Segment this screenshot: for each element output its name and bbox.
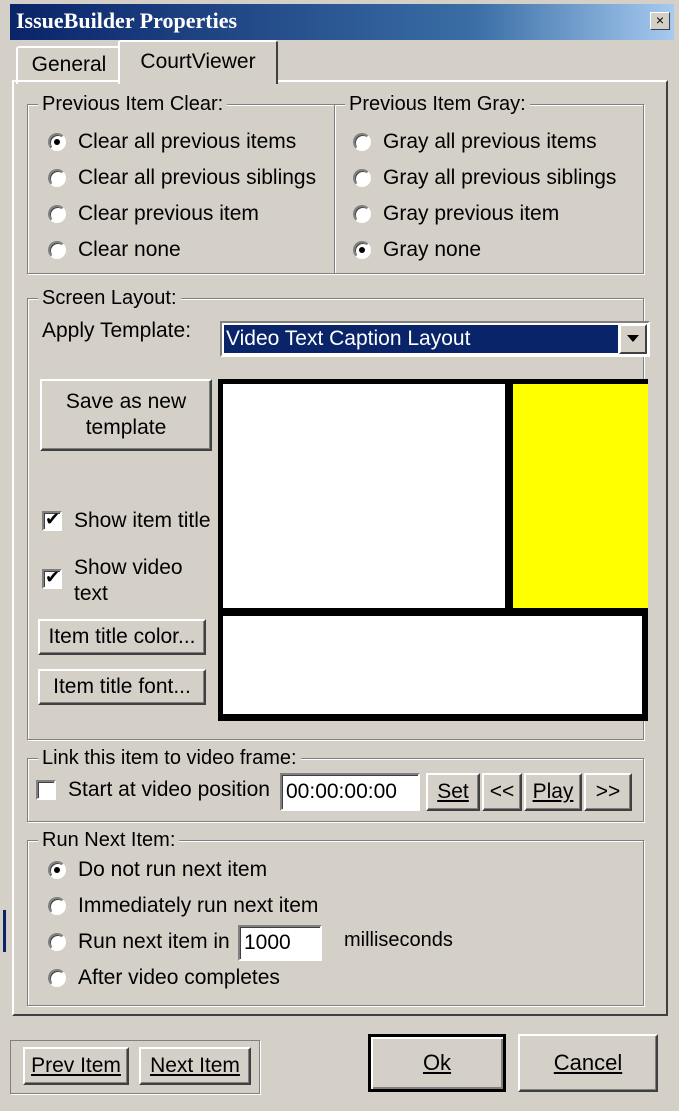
checkbox-label: Start at video position — [68, 778, 270, 801]
cancel-button[interactable]: Cancel — [518, 1034, 658, 1092]
checkbox[interactable] — [42, 509, 62, 531]
option-label: Clear all previous items — [78, 130, 297, 153]
option-label: Clear none — [78, 238, 181, 261]
option-label: Gray none — [383, 238, 482, 261]
group-legend: Run Next Item: — [38, 828, 180, 852]
chevron-down-icon[interactable] — [619, 324, 647, 354]
run-option-immediately[interactable]: Immediately run next item — [48, 891, 318, 921]
option-label: Clear all previous siblings — [78, 166, 317, 189]
radio-button[interactable] — [48, 205, 66, 223]
clear-option-none[interactable]: Clear none — [48, 235, 181, 265]
option-label: After video completes — [78, 966, 280, 989]
option-label: Gray all previous siblings — [383, 166, 617, 189]
checkbox[interactable] — [42, 567, 62, 589]
radio-button[interactable] — [48, 133, 66, 151]
delay-milliseconds-input[interactable]: 1000 — [238, 925, 322, 961]
option-label: Gray previous item — [383, 202, 560, 225]
button-label: Item title color... — [48, 625, 196, 648]
button-label: Cancel — [553, 1050, 623, 1075]
next-item-button[interactable]: Next Item — [139, 1047, 251, 1085]
radio-button[interactable] — [48, 933, 66, 951]
tab-panel: Previous Item Clear: Clear all previous … — [12, 80, 668, 1016]
prev-item-button[interactable]: Prev Item — [23, 1047, 129, 1085]
clear-option-all-siblings[interactable]: Clear all previous siblings — [48, 163, 316, 193]
group-legend: Previous Item Clear: — [38, 92, 228, 116]
button-label: Save as new template — [65, 390, 187, 439]
preview-text-region[interactable] — [223, 616, 642, 714]
gray-option-all-previous[interactable]: Gray all previous items — [353, 127, 597, 157]
button-label: Ok — [422, 1050, 452, 1075]
link-video-group: Link this item to video frame: Start at … — [27, 746, 644, 822]
option-label: Do not run next item — [78, 858, 268, 881]
window-title: IssueBuilder Properties — [16, 8, 238, 33]
radio-button[interactable] — [353, 241, 371, 259]
clear-option-previous[interactable]: Clear previous item — [48, 199, 259, 229]
forward-button[interactable]: >> — [584, 773, 632, 811]
ok-button[interactable]: Ok — [368, 1034, 506, 1092]
window-edge-marker — [3, 910, 6, 952]
item-navigation-group: Prev Item Next Item — [10, 1040, 260, 1094]
previous-item-clear-group: Previous Item Clear: Clear all previous … — [27, 92, 335, 274]
option-label: Gray all previous items — [383, 130, 597, 153]
button-label: << — [489, 780, 515, 803]
item-title-color-button[interactable]: Item title color... — [38, 619, 206, 655]
template-select-value: Video Text Caption Layout — [224, 325, 618, 353]
run-option-do-not-run[interactable]: Do not run next item — [48, 855, 267, 885]
checkbox-label: Show video text — [74, 556, 183, 605]
gray-option-none[interactable]: Gray none — [353, 235, 481, 265]
checkbox-label: Show item title — [74, 509, 211, 532]
option-label: Run next item in — [78, 930, 230, 953]
tab-general[interactable]: General — [16, 46, 122, 84]
previous-item-gray-group: Previous Item Gray: Gray all previous it… — [334, 92, 644, 274]
layout-preview — [218, 379, 648, 721]
radio-button[interactable] — [48, 969, 66, 987]
play-button[interactable]: Play — [524, 773, 582, 811]
run-next-item-group: Run Next Item: Do not run next item Imme… — [27, 828, 644, 1006]
group-legend: Link this item to video frame: — [38, 746, 301, 770]
button-label: Play — [532, 780, 574, 803]
milliseconds-label: milliseconds — [344, 929, 453, 951]
group-legend: Screen Layout: — [38, 286, 181, 310]
radio-button[interactable] — [353, 169, 371, 187]
close-icon[interactable]: × — [650, 12, 670, 30]
apply-template-label: Apply Template: — [42, 319, 192, 342]
button-label: Prev Item — [31, 1054, 121, 1077]
radio-button[interactable] — [48, 897, 66, 915]
item-title-font-button[interactable]: Item title font... — [38, 669, 206, 705]
run-option-delay[interactable]: Run next item in — [48, 927, 230, 957]
radio-button[interactable] — [48, 169, 66, 187]
start-at-video-position-checkbox[interactable]: Start at video position — [36, 775, 270, 805]
button-label: Set — [437, 780, 469, 803]
radio-button[interactable] — [353, 133, 371, 151]
button-label: >> — [595, 780, 621, 803]
show-item-title-checkbox[interactable]: Show item title — [42, 506, 211, 536]
tab-courtviewer[interactable]: CourtViewer — [118, 40, 278, 84]
clear-option-all-previous[interactable]: Clear all previous items — [48, 127, 296, 157]
set-button[interactable]: Set — [426, 773, 480, 811]
save-as-new-template-button[interactable]: Save as new template — [40, 379, 212, 451]
preview-video-region[interactable] — [223, 384, 505, 608]
show-video-text-checkbox[interactable]: Show video text — [42, 555, 202, 607]
button-label: Item title font... — [53, 675, 191, 698]
option-label: Clear previous item — [78, 202, 259, 225]
screen-layout-group: Screen Layout: Apply Template: Video Tex… — [27, 286, 650, 740]
rewind-button[interactable]: << — [482, 773, 522, 811]
title-bar: IssueBuilder Properties × — [10, 4, 674, 40]
tab-label: CourtViewer — [140, 50, 256, 73]
radio-button[interactable] — [48, 861, 66, 879]
option-label: Immediately run next item — [78, 894, 319, 917]
radio-button[interactable] — [353, 205, 371, 223]
run-option-after-video[interactable]: After video completes — [48, 963, 280, 993]
gray-option-all-siblings[interactable]: Gray all previous siblings — [353, 163, 616, 193]
checkbox[interactable] — [36, 780, 56, 800]
gray-option-previous[interactable]: Gray previous item — [353, 199, 559, 229]
preview-caption-region[interactable] — [513, 384, 648, 608]
template-select[interactable]: Video Text Caption Layout — [220, 321, 650, 357]
button-label: Next Item — [150, 1054, 240, 1077]
tab-label: General — [31, 53, 107, 76]
video-position-input[interactable]: 00:00:00:00 — [280, 773, 420, 811]
group-legend: Previous Item Gray: — [345, 92, 530, 116]
radio-button[interactable] — [48, 241, 66, 259]
